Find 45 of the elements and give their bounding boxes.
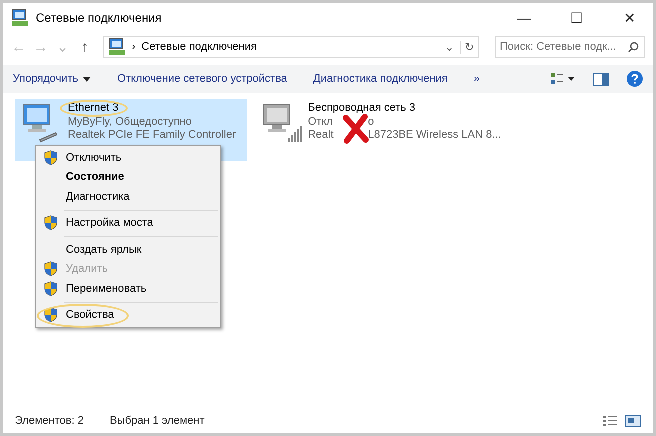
menu-item[interactable]: Настройка моста bbox=[36, 214, 220, 233]
toolbar-button[interactable]: » bbox=[474, 73, 480, 85]
breadcrumb-separator: › bbox=[132, 41, 136, 53]
toolbar-button[interactable]: Упорядочить bbox=[13, 73, 92, 85]
menu-item[interactable]: Переименовать bbox=[36, 279, 220, 298]
refresh-button[interactable]: ↻ bbox=[460, 40, 474, 54]
help-icon[interactable] bbox=[627, 71, 643, 87]
menu-item[interactable]: Свойства bbox=[36, 306, 220, 325]
shield-icon bbox=[44, 261, 58, 278]
connection-status: о bbox=[368, 116, 374, 129]
item-count: Элементов: 2 bbox=[15, 415, 84, 427]
connection-status: MyByFly, Общедоступно bbox=[68, 116, 192, 129]
maximize-button[interactable]: ☐ bbox=[554, 10, 600, 26]
shield-icon bbox=[44, 215, 58, 232]
toolbar-button[interactable]: Диагностика подключения bbox=[313, 73, 448, 85]
selection-count: Выбран 1 элемент bbox=[110, 415, 205, 427]
shield-icon bbox=[44, 307, 58, 324]
shield-icon bbox=[44, 280, 58, 297]
adapter-name: Realtek PCIe FE Family Controller bbox=[68, 129, 236, 142]
menu-item[interactable]: Состояние bbox=[36, 168, 220, 187]
connection-name: Ethernet 3 bbox=[68, 102, 120, 116]
details-view-icon[interactable] bbox=[603, 415, 617, 427]
tiles-view-icon[interactable] bbox=[625, 415, 641, 427]
close-button[interactable]: ✕ bbox=[607, 10, 653, 26]
menu-item[interactable]: Диагностика bbox=[36, 187, 220, 206]
network-folder-icon bbox=[108, 38, 126, 56]
window-title: Сетевые подключения bbox=[36, 11, 163, 25]
connection-name: Беспроводная сеть 3 bbox=[308, 102, 417, 116]
address-dropdown-button[interactable]: ⌄ bbox=[445, 40, 454, 54]
network-folder-icon bbox=[11, 9, 29, 27]
connection-item[interactable]: Беспроводная сеть 3 Откл о Realt L8723BE Wireless LAN 8... bbox=[255, 99, 512, 161]
toolbar-button[interactable]: Отключение сетевого устройства bbox=[117, 73, 288, 85]
breadcrumb-item[interactable]: Сетевые подключения bbox=[142, 41, 439, 53]
shield-icon bbox=[44, 150, 58, 166]
search-icon bbox=[628, 42, 639, 52]
adapter-name: L8723BE Wireless LAN 8... bbox=[368, 129, 502, 142]
address-field[interactable]: › Сетевые подключения ⌄ ↻ bbox=[103, 36, 479, 58]
preview-pane-icon[interactable] bbox=[593, 72, 609, 86]
adapter-name: Realt bbox=[308, 129, 335, 142]
minimize-button[interactable]: — bbox=[501, 10, 547, 26]
change-view-icon[interactable] bbox=[551, 72, 575, 86]
up-button[interactable]: ↑ bbox=[77, 38, 93, 56]
search-field[interactable]: Поиск: Сетевые подк... bbox=[495, 36, 645, 58]
menu-item[interactable]: Создать ярлык bbox=[36, 240, 220, 260]
connection-status: Откл bbox=[308, 116, 334, 129]
